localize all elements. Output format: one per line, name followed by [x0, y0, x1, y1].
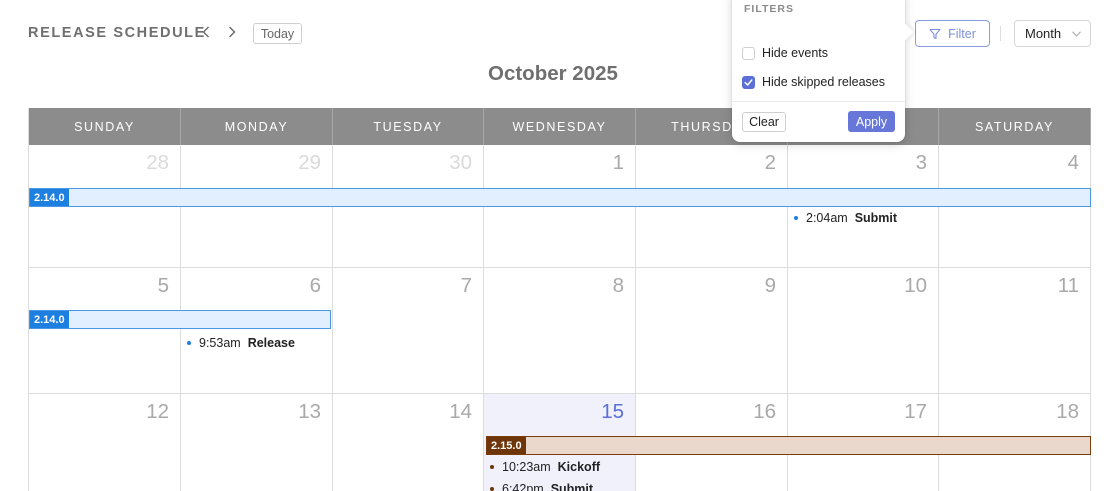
event-dot-icon — [794, 216, 798, 220]
weekday-monday: MONDAY — [181, 108, 333, 145]
day-number: 14 — [449, 400, 472, 423]
day-cell[interactable]: 5 — [29, 268, 181, 394]
release-version-tag: 2.15.0 — [487, 437, 526, 454]
event-name: Submit — [550, 482, 594, 491]
event-time: 10:23am — [502, 460, 551, 474]
event-time: 2:04am — [806, 211, 848, 225]
toolbar-divider — [1000, 26, 1001, 41]
day-cell[interactable]: 7 — [333, 268, 484, 394]
day-number: 2 — [764, 151, 776, 174]
day-cell[interactable]: 14 — [333, 394, 484, 491]
weekday-sunday: SUNDAY — [29, 108, 181, 145]
day-number: 9 — [764, 274, 776, 297]
day-cell[interactable]: 11 — [939, 268, 1091, 394]
day-cell[interactable]: 9 — [636, 268, 788, 394]
day-number: 10 — [904, 274, 927, 297]
release-version-tag: 2.14.0 — [30, 311, 69, 328]
day-number: 16 — [753, 400, 776, 423]
event-dot-icon — [187, 341, 191, 345]
prev-month-button[interactable] — [199, 24, 213, 40]
hide-skipped-releases-option[interactable]: Hide skipped releases — [742, 75, 885, 89]
chevron-down-icon — [1072, 31, 1081, 37]
calendar-event[interactable]: 10:23am Kickoff — [490, 460, 600, 474]
hide-events-option[interactable]: Hide events — [742, 46, 828, 60]
day-number: 15 — [601, 400, 624, 423]
weekday-saturday: SATURDAY — [939, 108, 1091, 145]
day-number: 1 — [612, 151, 624, 174]
day-number: 8 — [612, 274, 624, 297]
month-title: October 2025 — [488, 62, 618, 85]
day-number: 13 — [298, 400, 321, 423]
release-bar[interactable]: 2.14.0 — [29, 310, 331, 329]
day-number: 18 — [1056, 400, 1079, 423]
day-number: 28 — [146, 151, 169, 174]
chevron-left-icon — [202, 26, 209, 38]
filters-title: FILTERS — [744, 3, 794, 15]
day-number: 17 — [904, 400, 927, 423]
checkmark-icon — [744, 78, 753, 86]
view-select-value: Month — [1025, 26, 1062, 41]
calendar-event[interactable]: 9:53am Release — [187, 336, 295, 350]
day-number: 12 — [146, 400, 169, 423]
event-time: 9:53am — [199, 336, 241, 350]
hide-skipped-releases-checkbox[interactable] — [742, 75, 755, 89]
filters-popover: FILTERS Hide events Hide skipped release… — [732, 0, 905, 142]
day-cell[interactable]: 8 — [484, 268, 636, 394]
event-name: Release — [247, 336, 295, 350]
release-version-tag: 2.14.0 — [30, 189, 69, 206]
day-number: 29 — [298, 151, 321, 174]
event-dot-icon — [490, 487, 494, 491]
day-number: 7 — [460, 274, 472, 297]
day-cell[interactable]: 10 — [788, 268, 939, 394]
day-number: 4 — [1067, 151, 1079, 174]
day-number: 5 — [157, 274, 169, 297]
popover-divider — [732, 101, 905, 102]
day-number: 3 — [915, 151, 927, 174]
weekday-tuesday: TUESDAY — [333, 108, 484, 145]
apply-button[interactable]: Apply — [848, 111, 895, 132]
view-select[interactable]: Month — [1014, 20, 1091, 47]
event-dot-icon — [490, 465, 494, 469]
funnel-icon — [929, 28, 941, 39]
day-cell[interactable]: 6 — [181, 268, 333, 394]
release-bar[interactable]: 2.14.0 — [29, 188, 1091, 207]
clear-button[interactable]: Clear — [742, 112, 786, 132]
next-month-button[interactable] — [225, 24, 239, 40]
calendar-grid: SUNDAY MONDAY TUESDAY WEDNESDAY THURSDAY… — [28, 108, 1091, 491]
filter-button-label: Filter — [948, 26, 976, 41]
weekday-wednesday: WEDNESDAY — [484, 108, 636, 145]
chevron-right-icon — [229, 26, 236, 38]
day-number: 30 — [449, 151, 472, 174]
event-time: 6:42pm — [502, 482, 544, 491]
day-number: 11 — [1057, 274, 1079, 297]
filter-button[interactable]: Filter — [915, 20, 990, 47]
day-number: 6 — [309, 274, 321, 297]
weekday-header: SUNDAY MONDAY TUESDAY WEDNESDAY THURSDAY… — [29, 108, 1091, 145]
page-title: RELEASE SCHEDULE — [28, 25, 206, 41]
hide-events-label: Hide events — [762, 46, 829, 60]
release-bar[interactable]: 2.15.0 — [486, 436, 1091, 455]
calendar-event[interactable]: 6:42pm Submit — [490, 482, 593, 491]
day-cell[interactable]: 12 — [29, 394, 181, 491]
event-name: Submit — [854, 211, 898, 225]
calendar-event[interactable]: 2:04am Submit — [794, 211, 897, 225]
event-name: Kickoff — [557, 460, 601, 474]
today-button[interactable]: Today — [253, 23, 302, 44]
day-cell[interactable]: 13 — [181, 394, 333, 491]
hide-events-checkbox[interactable] — [742, 46, 755, 60]
hide-skipped-releases-label: Hide skipped releases — [762, 75, 885, 89]
